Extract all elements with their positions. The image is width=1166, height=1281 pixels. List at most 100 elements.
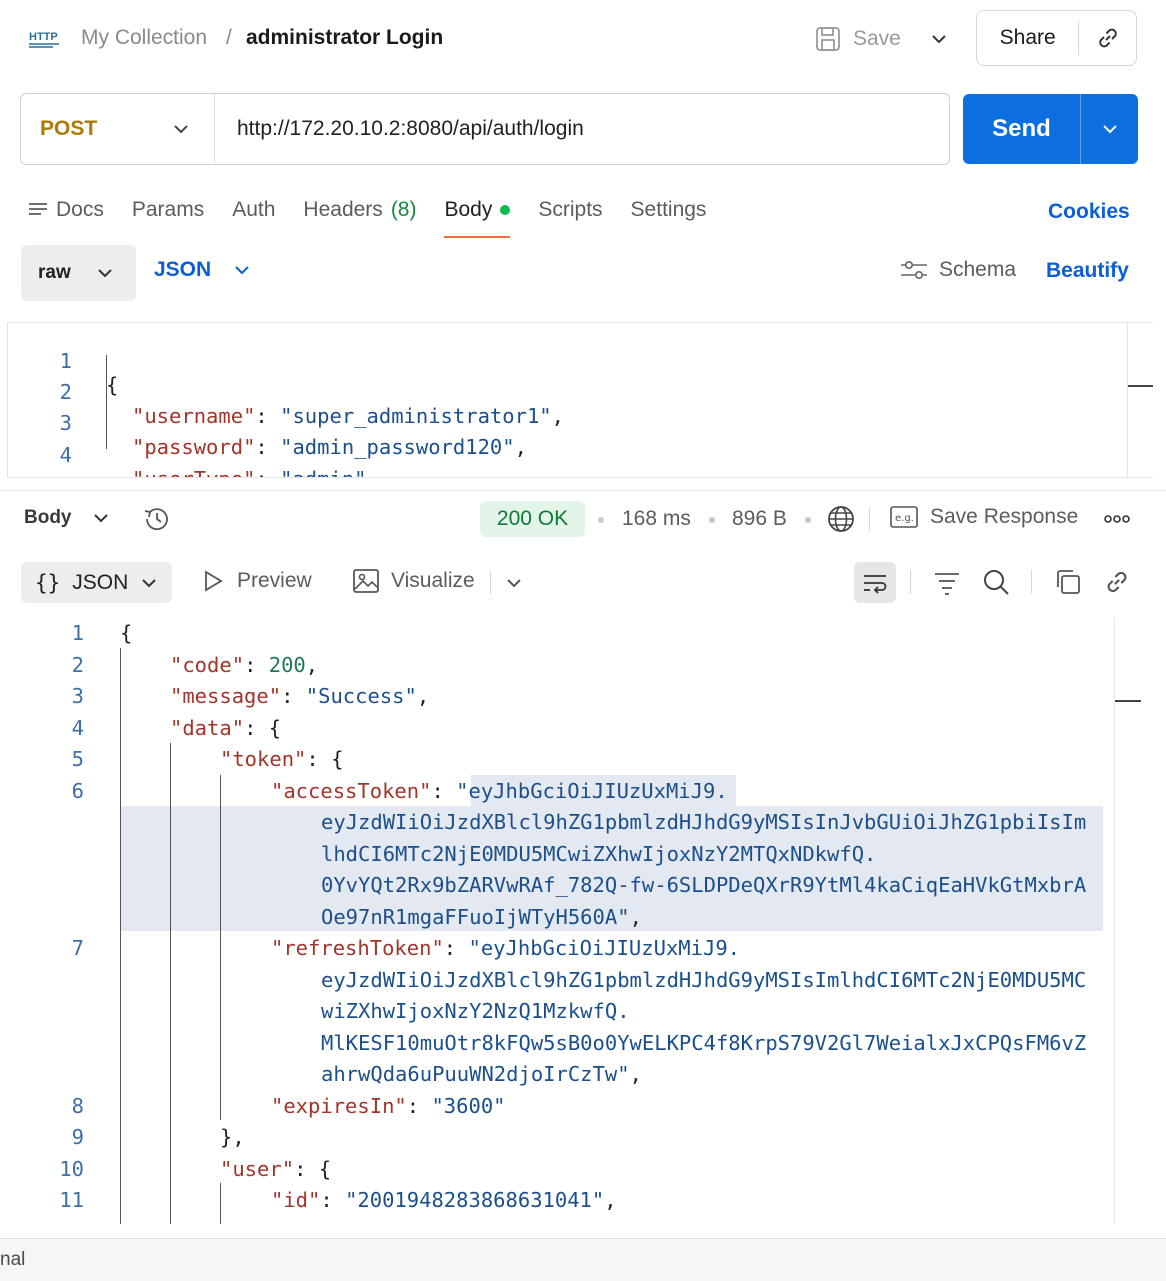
filter-icon[interactable] — [933, 568, 961, 596]
meta-separator-dot — [598, 517, 604, 523]
request-title[interactable]: administrator Login — [246, 26, 443, 50]
wrap-icon — [864, 574, 887, 594]
tab-body[interactable]: Body — [444, 196, 511, 238]
tab-docs-label: Docs — [56, 198, 104, 221]
share-group: Share — [976, 10, 1137, 66]
scrollbar-thumb[interactable] — [1115, 700, 1141, 702]
tab-headers-label: Headers — [303, 198, 383, 221]
request-body-editor[interactable]: 1 { 2 "username": "super_administrator1"… — [7, 322, 1153, 478]
code-line: "refreshToken": "eyJhbGciOiJIUzUxMiJ9. — [271, 936, 741, 960]
response-body-label: Body — [24, 507, 72, 528]
save-label: Save — [853, 27, 901, 50]
tab-body-label: Body — [444, 198, 493, 221]
body-language-label: JSON — [154, 258, 212, 281]
tab-scripts[interactable]: Scripts — [538, 196, 602, 224]
code-line: "expiresIn": "3600" — [271, 1094, 506, 1118]
code-line: "message": "Success", — [170, 684, 430, 708]
toolbar-divider — [869, 507, 870, 531]
response-scrollbar[interactable] — [1114, 618, 1141, 1224]
send-options-button[interactable] — [1081, 120, 1138, 138]
toolbar-divider — [490, 570, 491, 594]
send-button-group: Send — [963, 94, 1138, 164]
http-icon: HTTP — [29, 31, 59, 48]
tab-scripts-label: Scripts — [538, 198, 603, 221]
response-format-label: JSON — [72, 570, 129, 594]
save-button[interactable]: Save — [815, 20, 901, 58]
code-line: "user": { — [220, 1157, 332, 1181]
preview-button[interactable]: Preview — [203, 569, 312, 593]
tab-auth[interactable]: Auth — [232, 196, 275, 224]
tab-headers[interactable]: Headers (8) — [303, 196, 416, 224]
response-size[interactable]: 896 B — [732, 507, 787, 531]
status-bar: nal — [0, 1238, 1166, 1281]
send-button[interactable]: Send — [963, 115, 1080, 143]
share-button[interactable]: Share — [977, 26, 1078, 50]
editor-line: 1 { — [8, 325, 1108, 397]
schema-button[interactable]: Schema — [899, 258, 1016, 282]
tab-settings-label: Settings — [630, 198, 707, 221]
response-body-viewer[interactable]: 1 2 3 4 5 6 7 8 9 10 11 { "code": 200, "… — [0, 618, 1140, 1224]
copy-link-button[interactable] — [1079, 25, 1136, 51]
response-time[interactable]: 168 ms — [622, 507, 691, 531]
code-line: }, — [220, 1125, 245, 1149]
cookies-link[interactable]: Cookies — [1048, 200, 1130, 224]
editor-line: 5 } — [8, 450, 1108, 477]
tab-docs[interactable]: Docs — [28, 196, 104, 224]
terminal-tab[interactable]: nal — [0, 1249, 25, 1271]
chevron-down-icon — [1102, 125, 1117, 134]
meta-separator-dot — [805, 517, 811, 523]
response-format-select[interactable]: {} JSON — [21, 562, 172, 603]
image-icon — [353, 569, 379, 593]
link-icon[interactable] — [1103, 568, 1131, 596]
method-select[interactable]: POST — [21, 94, 215, 164]
scrollbar-thumb[interactable] — [1128, 385, 1153, 387]
code-line: lhdCI6MTc2NjE0MDU5MCwiZXhwIjoxNzY2MTQxND… — [321, 842, 877, 866]
editor-line: 4 "userType": "admin" — [8, 419, 1108, 477]
play-icon — [205, 570, 223, 592]
code-line: "code": 200, — [170, 653, 319, 677]
tab-settings[interactable]: Settings — [631, 196, 707, 224]
breadcrumb-collection[interactable]: My Collection — [81, 26, 207, 50]
word-wrap-button[interactable] — [854, 562, 896, 603]
code-line: wiZXhwIjoxNzY2NzQ1MzkwfQ. — [321, 999, 630, 1023]
save-icon — [816, 27, 840, 51]
code-line: ahrwQda6uPuuWN2djoIrCzTw", — [321, 1062, 642, 1086]
code-line: MlKESF10muOtr8kFQw5sB0o0YwELKPC4f8KrpS79… — [321, 1031, 1087, 1055]
svg-text:e.g.: e.g. — [895, 513, 914, 524]
request-header: HTTP My Collection / administrator Login… — [0, 0, 1166, 78]
pane-divider[interactable] — [0, 490, 1166, 491]
code-line: "token": { — [220, 747, 344, 771]
link-icon — [1098, 28, 1117, 48]
visualize-label: Visualize — [391, 569, 475, 592]
body-mode-select[interactable]: raw — [21, 245, 136, 301]
visualize-chevron-down-icon[interactable] — [503, 572, 525, 594]
globe-icon[interactable] — [826, 504, 856, 534]
status-badge[interactable]: 200 OK — [480, 501, 585, 537]
example-icon: e.g. — [890, 506, 918, 528]
code-line: { — [120, 621, 133, 645]
save-options-chevron-down-icon[interactable] — [928, 28, 950, 50]
url-input[interactable]: http://172.20.10.2:8080/api/auth/login — [215, 117, 584, 141]
body-mode-label: raw — [38, 262, 71, 283]
toolbar-divider — [1031, 570, 1032, 594]
request-editor-scrollbar[interactable] — [1127, 323, 1153, 477]
method-label: POST — [40, 117, 98, 140]
tab-params[interactable]: Params — [132, 196, 204, 224]
docs-icon — [29, 203, 47, 215]
save-response-button[interactable]: e.g. Save Response — [890, 505, 1078, 529]
tab-params-label: Params — [131, 198, 205, 221]
sliders-icon — [901, 260, 927, 280]
history-icon[interactable] — [141, 504, 173, 534]
response-body-select[interactable]: Body — [24, 507, 110, 529]
copy-icon[interactable] — [1054, 568, 1082, 596]
toolbar-divider — [910, 570, 911, 594]
code-line: "accessToken": "eyJhbGciOiJIUzUxMiJ9. — [271, 779, 728, 803]
visualize-button[interactable]: Visualize — [353, 569, 475, 593]
search-icon[interactable] — [982, 568, 1010, 596]
code-line: "id": "2001948283868631041", — [271, 1188, 617, 1212]
headers-count-badge: (8) — [390, 198, 417, 221]
meta-separator-dot — [709, 517, 715, 523]
beautify-button[interactable]: Beautify — [1046, 259, 1129, 283]
body-language-select[interactable]: JSON — [154, 258, 251, 282]
more-options-icon[interactable] — [1104, 514, 1130, 524]
